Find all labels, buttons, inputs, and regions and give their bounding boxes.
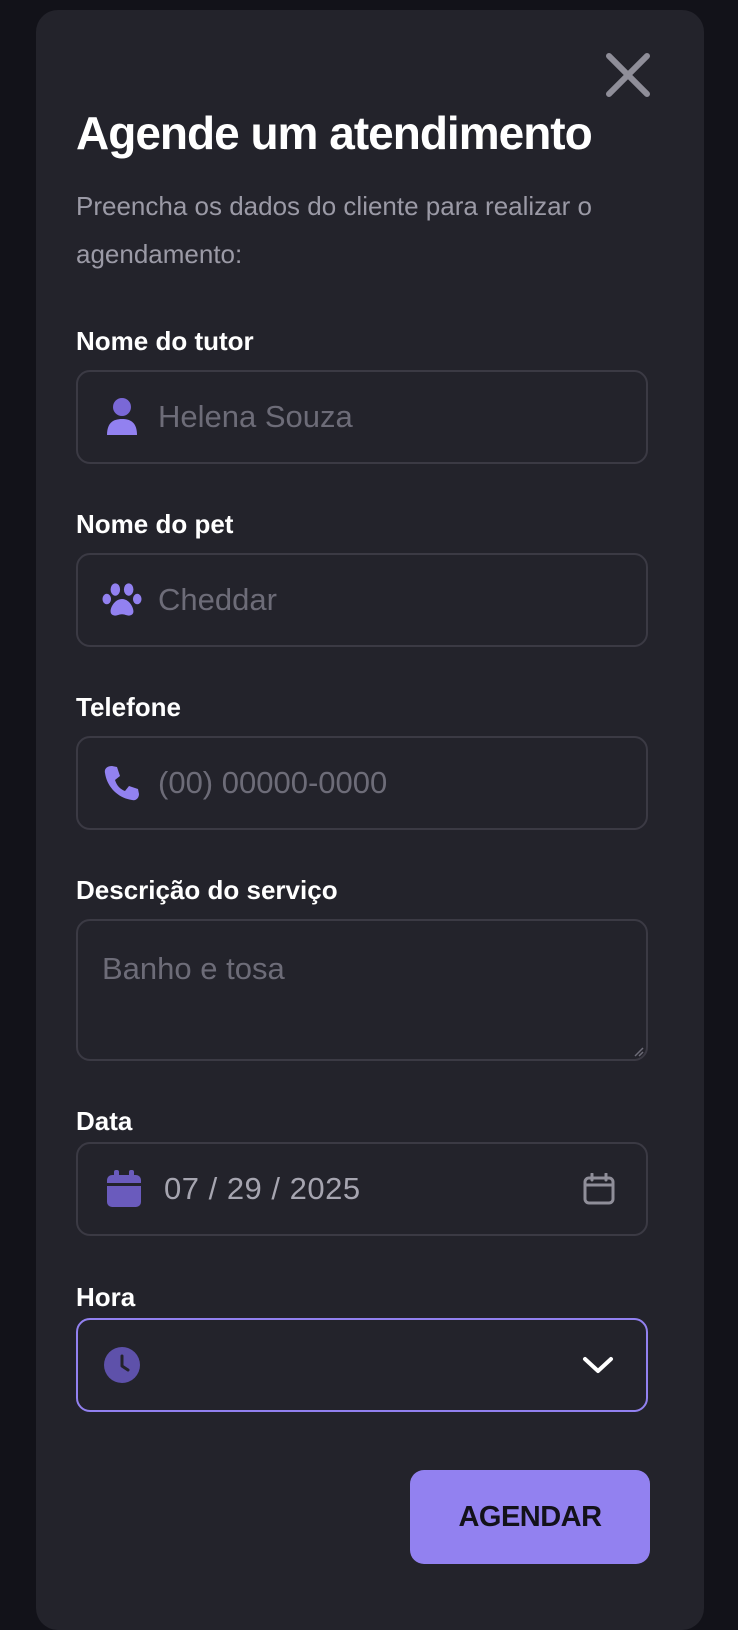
- tutor-name-label: Nome do tutor: [76, 326, 254, 356]
- service-description-placeholder: Banho e tosa: [102, 951, 285, 986]
- submit-button[interactable]: AGENDAR: [410, 1470, 650, 1564]
- phone-input[interactable]: (00) 00000-0000: [76, 736, 648, 830]
- schedule-modal: Agende um atendimento Preencha os dados …: [36, 10, 704, 1630]
- time-label: Hora: [76, 1282, 136, 1312]
- close-icon: [606, 53, 650, 97]
- service-description-label: Descrição do serviço: [76, 875, 338, 905]
- date-picker-button[interactable]: [582, 1172, 616, 1206]
- chevron-down-icon: [580, 1347, 616, 1383]
- tutor-name-input[interactable]: Helena Souza: [76, 370, 648, 464]
- close-button[interactable]: [603, 50, 653, 100]
- modal-title: Agende um atendimento: [76, 107, 593, 159]
- user-icon: [102, 397, 142, 437]
- date-value: 07 / 29 / 2025: [164, 1171, 361, 1206]
- resize-grip-icon[interactable]: [632, 1045, 644, 1057]
- service-description-textarea[interactable]: Banho e tosa: [76, 919, 648, 1061]
- calendar-icon: [104, 1169, 144, 1209]
- phone-icon: [102, 763, 142, 803]
- clock-icon: [102, 1345, 142, 1385]
- phone-label: Telefone: [76, 692, 181, 722]
- pet-name-label: Nome do pet: [76, 509, 234, 539]
- tutor-name-placeholder: Helena Souza: [158, 399, 353, 434]
- calendar-picker-icon: [583, 1173, 615, 1205]
- time-select[interactable]: [76, 1318, 648, 1412]
- modal-subtitle: Preencha os dados do cliente para realiz…: [76, 191, 592, 269]
- pet-name-input[interactable]: Cheddar: [76, 553, 648, 647]
- paw-icon: [102, 580, 142, 620]
- phone-placeholder: (00) 00000-0000: [158, 765, 388, 800]
- date-label: Data: [76, 1106, 133, 1136]
- date-input[interactable]: 07 / 29 / 2025: [76, 1142, 648, 1236]
- pet-name-placeholder: Cheddar: [158, 582, 277, 617]
